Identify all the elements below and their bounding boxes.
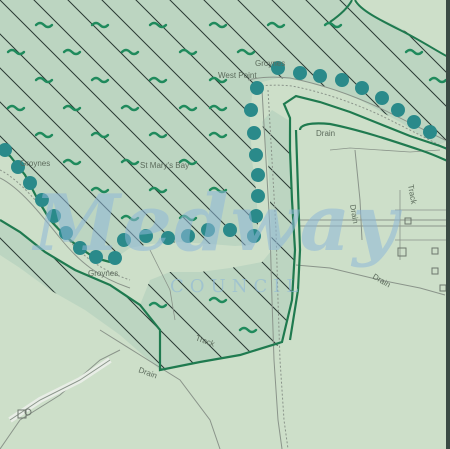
watermark-sub-text: COUNCIL	[170, 276, 304, 297]
map-canvas[interactable]: Medway COUNCIL West Point St Mary's Bay …	[0, 0, 450, 449]
label-groynes-right: Groynes	[255, 59, 285, 68]
label-west-point: West Point	[218, 71, 257, 80]
label-drain-right: Drain	[316, 129, 335, 138]
label-groynes-left: Groynes	[20, 159, 50, 168]
label-st-marys-bay: St Mary's Bay	[140, 161, 189, 170]
map-viewport[interactable]: Medway COUNCIL West Point St Mary's Bay …	[0, 0, 450, 449]
watermark-main-text: Medway	[31, 178, 402, 269]
map-frame-edge	[446, 0, 450, 449]
label-groynes-bottom: Groynes	[88, 269, 118, 278]
